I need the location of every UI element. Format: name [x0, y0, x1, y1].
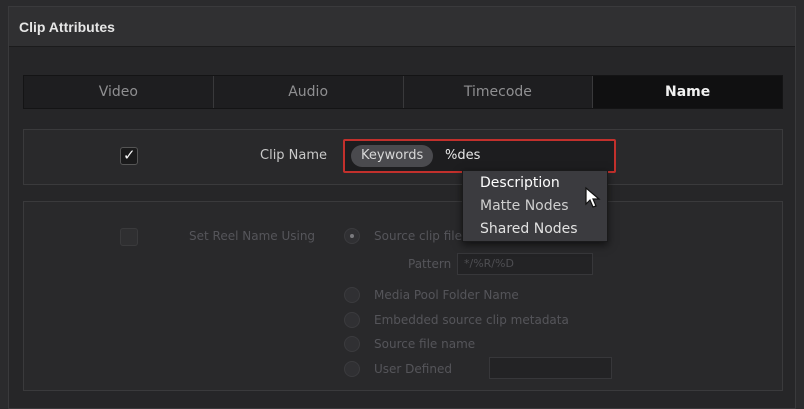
radio-source-file-name[interactable]: [344, 336, 360, 352]
radio-user-defined[interactable]: [344, 361, 360, 377]
clip-name-input[interactable]: Keywords %des: [343, 139, 616, 173]
option-source-file-name: Source file name: [374, 337, 476, 351]
option-media-pool-folder: Media Pool Folder Name: [374, 288, 519, 302]
option-embedded-metadata: Embedded source clip metadata: [374, 313, 569, 327]
user-defined-input[interactable]: [489, 357, 612, 379]
reel-name-panel: Set Reel Name Using Source clip file Pat…: [23, 201, 783, 391]
window-title: Clip Attributes: [9, 7, 795, 47]
reel-name-checkbox[interactable]: [120, 228, 138, 246]
tab-audio[interactable]: Audio: [213, 76, 404, 108]
reel-name-label: Set Reel Name Using: [189, 229, 316, 243]
clip-name-panel: ✓ Clip Name Keywords %des: [23, 129, 783, 185]
tab-bar: Video Audio Timecode Name: [23, 75, 783, 109]
tab-video[interactable]: Video: [24, 76, 214, 108]
radio-media-pool-folder[interactable]: [344, 287, 360, 303]
clip-attributes-window: Clip Attributes Video Audio Timecode Nam…: [8, 6, 796, 409]
clip-name-text: %des: [445, 148, 481, 163]
dropdown-item-shared-nodes[interactable]: Shared Nodes: [480, 221, 578, 237]
pattern-label: Pattern: [408, 257, 452, 271]
option-user-defined: User Defined: [374, 362, 452, 376]
keywords-token[interactable]: Keywords: [351, 145, 434, 167]
tab-timecode[interactable]: Timecode: [403, 76, 594, 108]
tab-name[interactable]: Name: [593, 76, 782, 108]
mouse-cursor-icon: [585, 186, 601, 208]
dropdown-item-matte-nodes[interactable]: Matte Nodes: [480, 198, 569, 214]
option-source-clip-file: Source clip file: [374, 229, 463, 243]
pattern-value: */%R/%D: [464, 257, 514, 270]
pattern-input[interactable]: */%R/%D: [457, 253, 593, 275]
radio-embedded-metadata[interactable]: [344, 312, 360, 328]
radio-source-clip-file[interactable]: [344, 228, 360, 244]
checkmark-icon: ✓: [123, 146, 136, 164]
clip-name-checkbox[interactable]: ✓: [120, 146, 138, 165]
clip-name-label: Clip Name: [260, 148, 328, 163]
radio-selected-dot: [350, 234, 354, 238]
dropdown-item-description[interactable]: Description: [480, 175, 560, 191]
